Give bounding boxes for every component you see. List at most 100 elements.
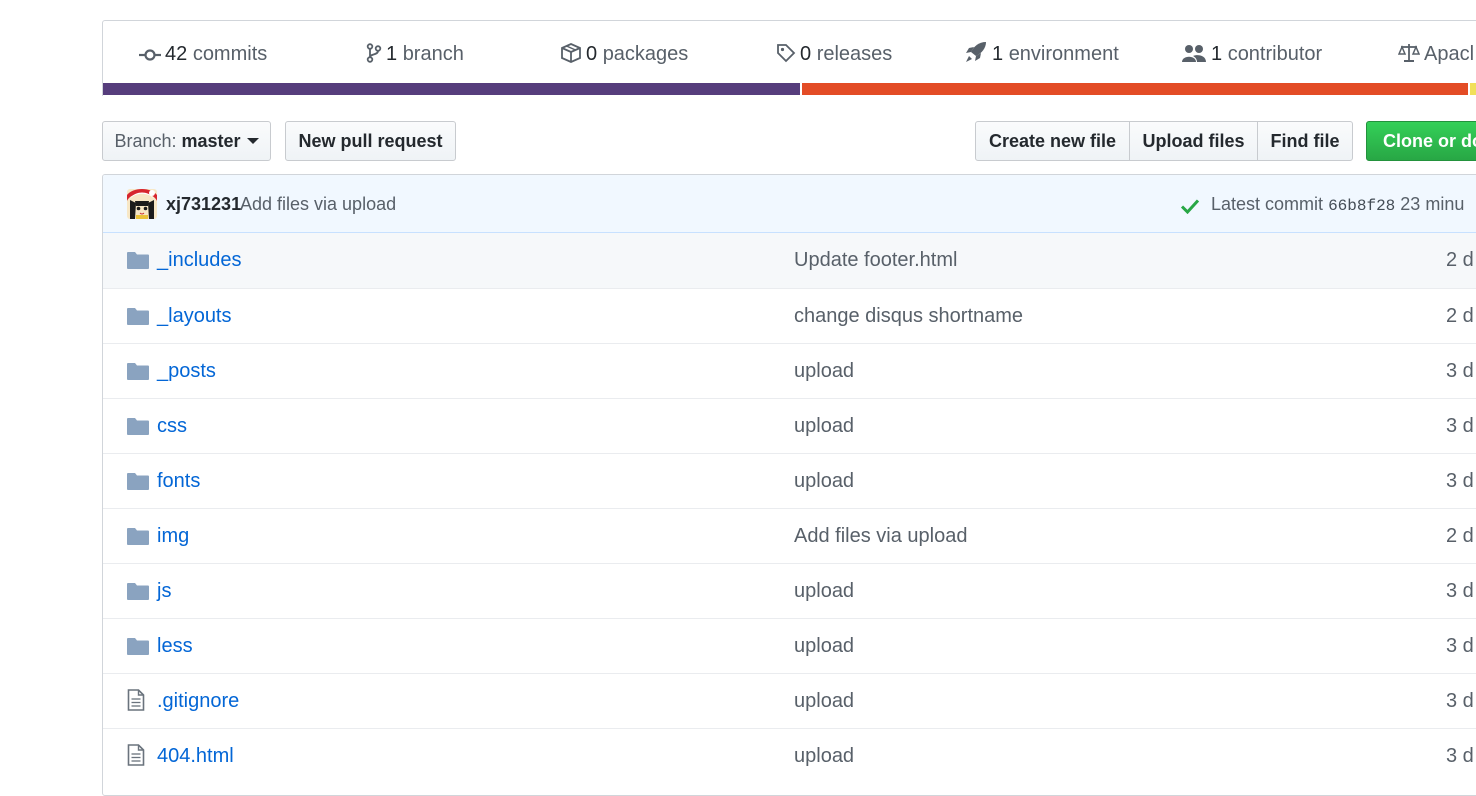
- people-icon: [1182, 45, 1206, 62]
- file-commit-age: 3 d: [1446, 470, 1474, 492]
- file-commit-message-link[interactable]: upload: [794, 399, 854, 454]
- folder-icon: [127, 473, 149, 490]
- table-row: _includes Update footer.html 2 d: [103, 233, 1476, 288]
- file-commit-message-link[interactable]: upload: [794, 619, 854, 674]
- repository-language-bar: [103, 83, 1476, 95]
- commit-sha-link[interactable]: 66b8f28: [1328, 197, 1395, 215]
- file-commit-age: 3 d: [1446, 580, 1474, 602]
- file-commit-age: 2 d: [1446, 305, 1474, 327]
- file-navigation-table: xj731231 Add files via upload Latest com…: [102, 174, 1476, 796]
- rocket-icon: [966, 42, 986, 62]
- file-commit-age: 3 d: [1446, 690, 1474, 712]
- avatar[interactable]: [127, 189, 157, 219]
- numbers-summary: 42 commits 1 branch 0 packages 0 release…: [103, 21, 1476, 85]
- caret-down-icon: [246, 138, 259, 144]
- file-name-link[interactable]: css: [157, 399, 187, 454]
- clone-or-download-button[interactable]: Clone or do: [1366, 121, 1476, 161]
- branches-label: branch: [402, 43, 464, 65]
- file-name-link[interactable]: fonts: [157, 454, 200, 509]
- latest-commit-label: Latest commit: [1211, 194, 1324, 214]
- file-commit-age: 3 d: [1446, 635, 1474, 657]
- contributors-count: 1: [1211, 43, 1223, 65]
- table-row: img Add files via upload 2 d: [103, 508, 1476, 564]
- upload-files-button[interactable]: Upload files: [1129, 121, 1258, 161]
- environments-label: environment: [1008, 43, 1119, 65]
- file-name-link[interactable]: _includes: [157, 233, 242, 288]
- file-commit-message-link[interactable]: upload: [794, 564, 854, 619]
- file-commit-message-link[interactable]: upload: [794, 454, 854, 509]
- folder-icon: [127, 528, 149, 545]
- table-row: _posts upload 3 d: [103, 343, 1476, 399]
- latest-commit-info: Latest commit 66b8f28 23 minu: [1180, 175, 1465, 235]
- branch-prefix: Branch:: [114, 131, 177, 151]
- branches-count: 1: [386, 43, 398, 65]
- file-commit-message-link[interactable]: upload: [794, 729, 854, 784]
- packages-count: 0: [586, 43, 598, 65]
- environments-link[interactable]: 1 environment: [964, 21, 1119, 85]
- file-name-link[interactable]: .gitignore: [157, 674, 239, 729]
- file-commit-age: 3 d: [1446, 415, 1474, 437]
- new-pull-request-button[interactable]: New pull request: [285, 121, 456, 161]
- file-commit-age: 2 d: [1446, 525, 1474, 547]
- file-name-link[interactable]: 404.html: [157, 729, 234, 784]
- commit-message-link[interactable]: Add files via upload: [240, 175, 396, 233]
- commits-label: commits: [192, 43, 268, 65]
- file-commit-message-link[interactable]: upload: [794, 674, 854, 729]
- repo-summary: 42 commits 1 branch 0 packages 0 release…: [102, 20, 1476, 96]
- releases-count: 0: [800, 43, 812, 65]
- commit-author-link[interactable]: xj731231: [166, 175, 241, 233]
- file-name-link[interactable]: less: [157, 619, 193, 674]
- file-name-link[interactable]: _posts: [157, 344, 216, 399]
- releases-label: releases: [816, 43, 893, 65]
- packages-link[interactable]: 0 packages: [560, 21, 688, 85]
- branches-link[interactable]: 1 branch: [366, 21, 464, 85]
- latest-commit-bar: xj731231 Add files via upload Latest com…: [103, 175, 1476, 233]
- file-commit-message-link[interactable]: Update footer.html: [794, 233, 957, 288]
- commit-age: 23 minu: [1400, 194, 1465, 214]
- file-commit-message-link[interactable]: Add files via upload: [794, 509, 967, 564]
- table-row: js upload 3 d: [103, 563, 1476, 619]
- file-commit-age: 3 d: [1446, 360, 1474, 382]
- table-row: 404.html upload 3 d: [103, 728, 1476, 784]
- branch-select-button[interactable]: Branch: master: [102, 121, 271, 161]
- commit-icon: [139, 49, 161, 61]
- folder-icon: [127, 308, 149, 325]
- folder-icon: [127, 252, 149, 269]
- file-icon: [127, 689, 145, 711]
- file-name-link[interactable]: _layouts: [157, 289, 232, 344]
- folder-icon: [127, 363, 149, 380]
- file-commit-message-link[interactable]: change disqus shortname: [794, 289, 1023, 344]
- table-row: _layouts change disqus shortname 2 d: [103, 288, 1476, 344]
- tag-icon: [777, 44, 796, 63]
- table-row: fonts upload 3 d: [103, 453, 1476, 509]
- folder-icon: [127, 638, 149, 655]
- license-label: Apacl: [1424, 43, 1475, 65]
- file-icon: [127, 744, 145, 766]
- environments-count: 1: [992, 43, 1004, 65]
- file-commit-message-link[interactable]: upload: [794, 344, 854, 399]
- table-row: css upload 3 d: [103, 398, 1476, 454]
- table-row: less upload 3 d: [103, 618, 1476, 674]
- file-name-link[interactable]: img: [157, 509, 189, 564]
- language-bar-segment: [802, 83, 1468, 95]
- folder-icon: [127, 583, 149, 600]
- file-commit-age: 2 d: [1446, 249, 1474, 271]
- check-icon: [1180, 199, 1200, 215]
- create-new-file-button[interactable]: Create new file: [975, 121, 1130, 161]
- commits-link[interactable]: 42 commits: [139, 21, 267, 85]
- license-link[interactable]: Apacl: [1397, 21, 1475, 85]
- releases-link[interactable]: 0 releases: [776, 21, 892, 85]
- find-file-button[interactable]: Find file: [1257, 121, 1353, 161]
- packages-label: packages: [602, 43, 689, 65]
- law-icon: [1397, 44, 1421, 62]
- language-bar-segment: [1470, 83, 1476, 95]
- contributors-link[interactable]: 1 contributor: [1181, 21, 1322, 85]
- file-commit-age: 3 d: [1446, 745, 1474, 767]
- file-name-link[interactable]: js: [157, 564, 171, 619]
- commits-count: 42: [165, 43, 188, 65]
- contributors-label: contributor: [1227, 43, 1323, 65]
- folder-icon: [127, 418, 149, 435]
- branch-name: master: [181, 131, 241, 151]
- language-bar-segment: [103, 83, 800, 95]
- package-icon: [561, 43, 581, 63]
